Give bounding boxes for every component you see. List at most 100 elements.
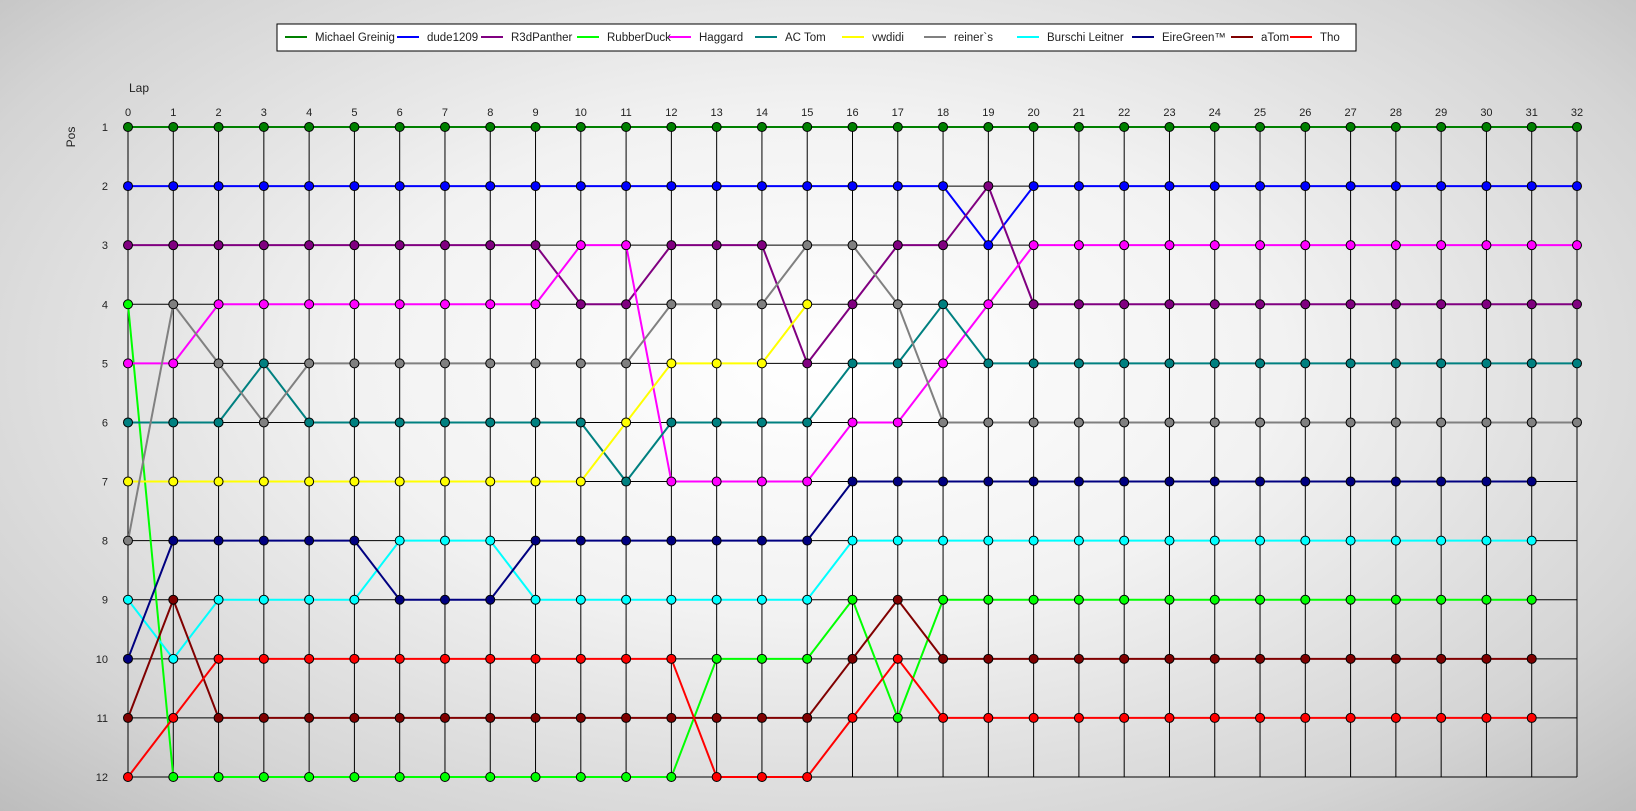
x-tick-label: 6 xyxy=(397,107,403,119)
data-point xyxy=(258,358,269,369)
data-point xyxy=(1028,240,1039,251)
data-point xyxy=(983,240,994,251)
data-point xyxy=(1345,181,1356,192)
data-point xyxy=(621,594,632,605)
data-point xyxy=(892,122,903,132)
data-point xyxy=(1209,712,1220,723)
data-point xyxy=(258,772,269,782)
series-line xyxy=(128,303,809,483)
data-point xyxy=(1390,476,1401,487)
data-point xyxy=(1209,535,1220,546)
data-point xyxy=(711,535,722,546)
data-point xyxy=(1481,358,1492,369)
data-point xyxy=(439,772,450,782)
data-point xyxy=(1209,476,1220,487)
data-point xyxy=(938,712,949,723)
data-point xyxy=(756,240,767,251)
data-point xyxy=(1073,181,1084,192)
data-point xyxy=(530,240,541,251)
data-point xyxy=(1481,417,1492,428)
data-point xyxy=(349,122,360,132)
data-point xyxy=(213,653,224,664)
data-point xyxy=(847,299,858,310)
data-point xyxy=(168,712,179,723)
data-point xyxy=(1436,181,1447,192)
data-point xyxy=(1209,122,1220,132)
data-point xyxy=(530,417,541,428)
data-point xyxy=(1436,299,1447,310)
x-tick-label: 11 xyxy=(620,107,631,119)
data-point xyxy=(1255,476,1266,487)
data-point xyxy=(168,653,179,664)
data-point xyxy=(1436,417,1447,428)
data-point xyxy=(213,476,224,487)
data-point xyxy=(1119,653,1130,664)
data-point xyxy=(621,417,632,428)
x-tick-label: 28 xyxy=(1390,107,1402,119)
data-point xyxy=(892,358,903,369)
data-point xyxy=(123,299,133,310)
y-tick-label: 2 xyxy=(102,181,108,193)
data-point xyxy=(938,535,949,546)
data-point xyxy=(1164,240,1175,251)
data-point xyxy=(349,476,360,487)
data-point xyxy=(1073,122,1084,132)
data-point xyxy=(1209,299,1220,310)
data-point xyxy=(530,535,541,546)
data-point xyxy=(1390,712,1401,723)
data-point xyxy=(168,417,179,428)
x-tick-label: 23 xyxy=(1163,107,1175,119)
data-point xyxy=(123,653,133,664)
data-point xyxy=(1300,712,1311,723)
data-point xyxy=(439,653,450,664)
data-point xyxy=(983,181,994,192)
data-point xyxy=(621,653,632,664)
data-point xyxy=(621,772,632,782)
data-point xyxy=(938,181,949,192)
data-point xyxy=(1390,122,1401,132)
data-point xyxy=(938,417,949,428)
data-point xyxy=(1436,358,1447,369)
data-point xyxy=(802,122,813,132)
data-point xyxy=(575,240,586,251)
data-point xyxy=(892,417,903,428)
data-point xyxy=(258,240,269,251)
data-point xyxy=(1164,417,1175,428)
data-point xyxy=(847,122,858,132)
data-point xyxy=(666,240,677,251)
x-tick-label: 4 xyxy=(306,107,312,119)
data-point xyxy=(530,122,541,132)
data-point xyxy=(666,299,677,310)
data-point xyxy=(711,772,722,782)
data-point xyxy=(666,535,677,546)
data-point xyxy=(666,181,677,192)
x-tick-label: 13 xyxy=(711,107,723,119)
data-point xyxy=(1526,594,1537,605)
data-point xyxy=(168,594,179,605)
data-point xyxy=(847,358,858,369)
data-point xyxy=(892,594,903,605)
data-point xyxy=(213,240,224,251)
data-point xyxy=(213,122,224,132)
data-point xyxy=(1073,476,1084,487)
data-point xyxy=(1255,712,1266,723)
y-tick-label: 3 xyxy=(102,240,108,252)
data-point xyxy=(847,594,858,605)
data-point xyxy=(304,240,315,251)
x-tick-label: 25 xyxy=(1254,107,1266,119)
data-point xyxy=(1073,535,1084,546)
legend-label: Tho xyxy=(1320,32,1340,44)
data-point xyxy=(123,122,133,132)
data-point xyxy=(304,653,315,664)
y-tick-label: 12 xyxy=(96,772,108,784)
data-point xyxy=(621,181,632,192)
data-point xyxy=(1073,417,1084,428)
data-point xyxy=(847,476,858,487)
data-point xyxy=(258,476,269,487)
data-point xyxy=(1255,653,1266,664)
data-point xyxy=(304,772,315,782)
data-point xyxy=(394,653,405,664)
data-point xyxy=(1028,535,1039,546)
data-point xyxy=(1209,417,1220,428)
data-point xyxy=(123,594,133,605)
